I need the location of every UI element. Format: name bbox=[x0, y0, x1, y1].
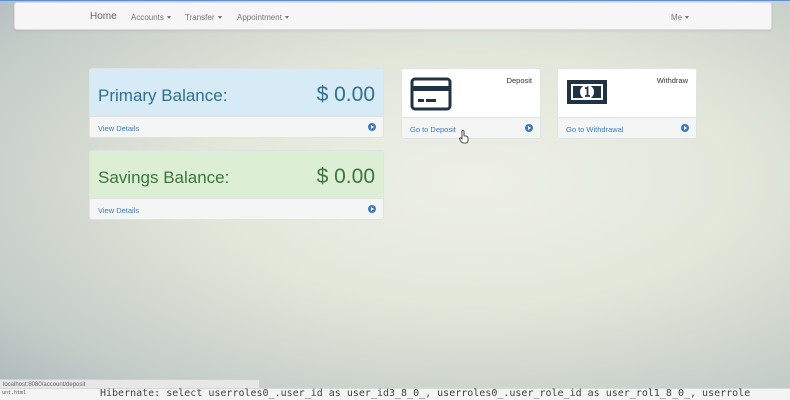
primary-view-details-link[interactable]: View Details bbox=[90, 116, 383, 137]
nav-user-label: Me bbox=[671, 13, 683, 22]
top-accent-stripe bbox=[0, 0, 790, 1]
primary-balance-amount: $ 0.00 bbox=[316, 83, 375, 106]
console-panel: unt.html Hibernate: select userroles0_.u… bbox=[0, 388, 790, 400]
primary-balance-label: Primary Balance: bbox=[98, 86, 228, 105]
navbar: Home Accounts Transfer Appointment Me bbox=[14, 2, 772, 30]
withdraw-card: Withdraw Go to Withdrawal bbox=[557, 68, 697, 139]
nav-appointment-dropdown[interactable]: Appointment bbox=[237, 13, 289, 22]
savings-view-details-link[interactable]: View Details bbox=[90, 198, 383, 219]
go-to-deposit-link[interactable]: Go to Deposit bbox=[402, 117, 540, 138]
credit-card-icon bbox=[410, 77, 452, 111]
deposit-title: Deposit bbox=[506, 76, 532, 85]
circle-arrow-right-icon bbox=[525, 124, 533, 132]
nav-appointment-label: Appointment bbox=[237, 13, 282, 22]
savings-balance-card: Savings Balance: $ 0.00 View Details bbox=[89, 150, 384, 220]
deposit-card: Deposit Go to Deposit bbox=[401, 68, 541, 139]
withdraw-title: Withdraw bbox=[656, 76, 688, 85]
hand-pointer-icon bbox=[459, 130, 469, 144]
circle-arrow-right-icon bbox=[681, 124, 689, 132]
console-log-line: Hibernate: select userroles0_.user_id as… bbox=[100, 388, 751, 399]
withdraw-card-header: Withdraw bbox=[558, 69, 696, 119]
circle-arrow-right-icon bbox=[368, 205, 376, 213]
nav-transfer-dropdown[interactable]: Transfer bbox=[185, 13, 222, 22]
go-to-deposit-label: Go to Deposit bbox=[410, 125, 456, 134]
caret-down-icon bbox=[166, 16, 171, 20]
view-details-label: View Details bbox=[98, 124, 140, 133]
primary-balance-header: Primary Balance: $ 0.00 bbox=[90, 69, 383, 118]
circle-arrow-right-icon bbox=[368, 123, 376, 131]
go-to-withdrawal-link[interactable]: Go to Withdrawal bbox=[558, 117, 696, 138]
nav-accounts-dropdown[interactable]: Accounts bbox=[131, 13, 171, 22]
console-file-name: unt.html bbox=[2, 390, 27, 396]
savings-balance-header: Savings Balance: $ 0.00 bbox=[90, 151, 383, 200]
banknote-icon bbox=[567, 80, 607, 104]
nav-transfer-label: Transfer bbox=[185, 13, 215, 22]
view-details-label: View Details bbox=[98, 206, 140, 215]
primary-balance-card: Primary Balance: $ 0.00 View Details bbox=[89, 68, 384, 138]
caret-down-icon bbox=[284, 16, 289, 20]
nav-home-link[interactable]: Home bbox=[90, 11, 117, 22]
savings-balance-amount: $ 0.00 bbox=[316, 165, 375, 188]
go-to-withdrawal-label: Go to Withdrawal bbox=[566, 125, 624, 134]
nav-accounts-label: Accounts bbox=[131, 13, 164, 22]
caret-down-icon bbox=[217, 16, 222, 20]
savings-balance-label: Savings Balance: bbox=[98, 168, 230, 187]
caret-down-icon bbox=[685, 16, 690, 20]
deposit-card-header: Deposit bbox=[402, 69, 540, 119]
nav-user-menu[interactable]: Me bbox=[671, 13, 690, 22]
